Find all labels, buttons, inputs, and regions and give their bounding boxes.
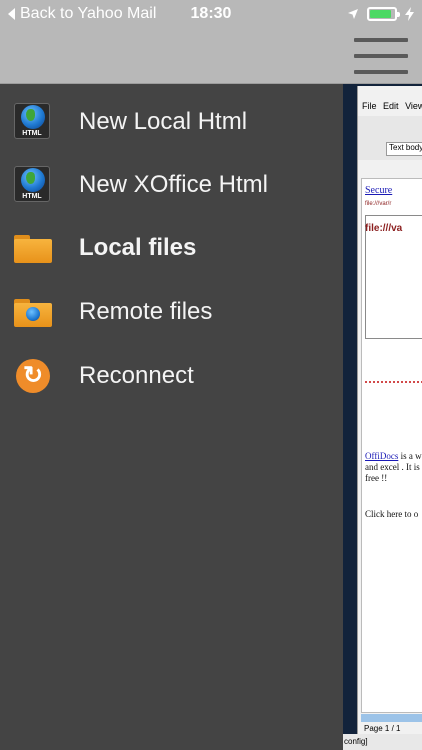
menu-item-label: Remote files — [79, 298, 213, 325]
file-path-small: file:///var/r — [365, 201, 392, 207]
charging-bolt-icon — [405, 7, 414, 21]
side-drawer: HTML New Local Html HTML New XOffice Htm… — [0, 84, 343, 750]
remote-folder-icon — [14, 293, 52, 331]
html-globe-icon: HTML — [14, 103, 52, 141]
folder-icon — [14, 229, 52, 267]
location-arrow-icon — [348, 9, 358, 19]
hamburger-icon[interactable] — [354, 36, 408, 78]
menu-item-reconnect[interactable]: ↻ Reconnect — [0, 346, 343, 406]
style-combo[interactable]: Text body — [386, 142, 422, 156]
spellcheck-underline — [365, 381, 422, 384]
app-menubar: File Edit View — [358, 101, 422, 115]
menu-item-remote-files[interactable]: Remote files — [0, 282, 343, 342]
secure-link[interactable]: Secure — [365, 185, 392, 196]
menu-view[interactable]: View — [405, 101, 422, 111]
menu-edit[interactable]: Edit — [383, 101, 399, 111]
offidocs-link[interactable]: OffiDocs — [365, 451, 398, 461]
reconnect-icon: ↻ — [14, 357, 52, 395]
format-toolbar: Text body — [358, 138, 422, 160]
menu-item-local-files[interactable]: Local files — [0, 218, 343, 278]
desktop-taskbar: config] — [343, 734, 422, 750]
click-here-text: Click here to o — [365, 509, 419, 519]
menu-item-label: New XOffice Html — [79, 171, 268, 198]
remote-desktop-preview[interactable]: File Edit View Text body Secure file:///… — [343, 84, 422, 750]
menu-item-new-local-html[interactable]: HTML New Local Html — [0, 92, 343, 152]
menu-item-label: New Local Html — [79, 108, 248, 135]
file-path-label: file:///va — [365, 223, 403, 234]
toolbar — [358, 116, 422, 138]
status-indicators — [347, 7, 414, 21]
battery-icon — [367, 7, 400, 21]
document-window: File Edit View Text body Secure file:///… — [357, 86, 422, 736]
horizontal-scrollbar[interactable] — [361, 714, 422, 722]
menu-item-new-xoffice-html[interactable]: HTML New XOffice Html — [0, 155, 343, 215]
menu-item-label: Reconnect — [79, 362, 194, 389]
menu-item-label: Local files — [79, 234, 197, 261]
html-globe-icon: HTML — [14, 166, 52, 204]
intro-paragraph: OffiDocs is a w and excel . It is free !… — [365, 451, 422, 483]
app-header — [0, 30, 422, 84]
status-bar: Back to Yahoo Mail 18:30 — [0, 0, 422, 30]
document-page[interactable]: Secure file:///var/r file:///va OffiDocs… — [361, 178, 422, 713]
menu-file[interactable]: File — [362, 101, 377, 111]
